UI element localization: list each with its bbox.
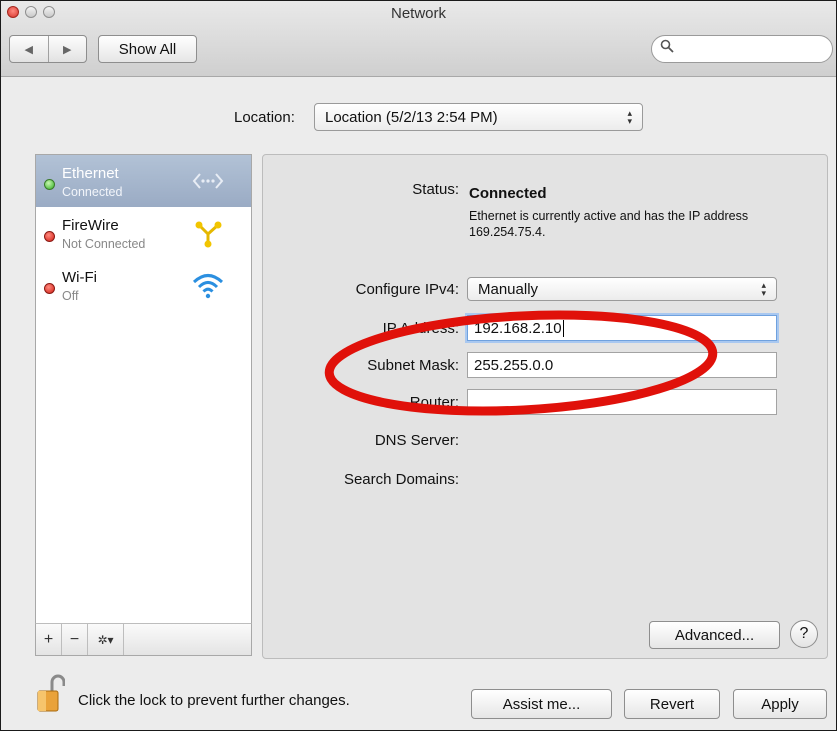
configure-ipv4-select[interactable]: Manually ▴ ▾ <box>467 277 777 301</box>
location-value: Location (5/2/13 2:54 PM) <box>325 108 498 126</box>
action-menu-button[interactable]: ✲▾ <box>88 624 124 655</box>
lock-icon[interactable] <box>37 673 66 713</box>
select-arrows-icon: ▴ ▾ <box>761 280 766 298</box>
back-forward-control: ◀ ▶ <box>9 35 87 63</box>
firewire-icon <box>191 218 225 248</box>
router-field[interactable] <box>467 389 777 415</box>
status-dot-green-icon <box>44 179 55 190</box>
configure-ipv4-label: Configure IPv4: <box>355 281 459 298</box>
help-button[interactable]: ? <box>790 620 818 648</box>
service-name: Ethernet <box>62 165 119 182</box>
search-icon <box>660 39 674 57</box>
search-field[interactable] <box>651 35 833 63</box>
apply-button[interactable]: Apply <box>733 689 827 719</box>
dns-server-label: DNS Server: <box>374 432 459 449</box>
service-name: Wi-Fi <box>62 269 97 286</box>
status-dot-red-icon <box>44 283 55 294</box>
revert-button[interactable]: Revert <box>624 689 720 719</box>
subnet-mask-field[interactable]: 255.255.0.0 <box>467 352 777 378</box>
service-status: Connected <box>62 185 123 199</box>
remove-service-button[interactable]: − <box>62 624 88 655</box>
status-value: Connected <box>469 185 547 202</box>
location-label: Location: <box>234 109 295 126</box>
back-button[interactable]: ◀ <box>10 36 48 62</box>
ip-address-field[interactable]: 192.168.2.10 <box>467 315 777 341</box>
service-list-toolbar: + − ✲▾ <box>35 623 252 656</box>
subnet-mask-value: 255.255.0.0 <box>474 356 554 374</box>
ip-address-value: 192.168.2.10 <box>474 319 562 337</box>
assist-me-button[interactable]: Assist me... <box>471 689 612 719</box>
subnet-mask-label: Subnet Mask: <box>367 357 459 374</box>
configure-ipv4-value: Manually <box>478 280 539 298</box>
forward-button[interactable]: ▶ <box>47 36 87 62</box>
router-label: Router: <box>409 394 459 411</box>
text-caret <box>562 319 564 337</box>
advanced-button[interactable]: Advanced... <box>649 621 780 649</box>
status-description: Ethernet is currently active and has the… <box>469 209 749 239</box>
location-select[interactable]: Location (5/2/13 2:54 PM) ▴ ▾ <box>314 103 643 131</box>
show-all-button[interactable]: Show All <box>98 35 197 63</box>
search-domains-label: Search Domains: <box>343 471 459 488</box>
title-bar: Network ◀ ▶ Show All <box>1 1 836 77</box>
window-title: Network <box>390 5 446 22</box>
service-status: Not Connected <box>62 237 146 251</box>
status-dot-red-icon <box>44 231 55 242</box>
service-item-firewire[interactable]: FireWire Not Connected <box>36 207 251 259</box>
ethernet-icon <box>191 166 225 196</box>
service-item-ethernet[interactable]: Ethernet Connected <box>36 155 251 207</box>
select-arrows-icon: ▴ ▾ <box>627 108 632 126</box>
service-name: FireWire <box>62 217 119 234</box>
status-label: Status: <box>412 181 459 198</box>
ip-address-label: IP Address: <box>382 320 459 337</box>
service-list: Ethernet Connected FireWire Not Connecte… <box>35 154 252 626</box>
service-item-wifi[interactable]: Wi-Fi Off <box>36 259 251 311</box>
lock-message: Click the lock to prevent further change… <box>78 692 350 709</box>
add-service-button[interactable]: + <box>36 624 62 655</box>
wifi-icon <box>191 270 225 300</box>
service-status: Off <box>62 289 79 303</box>
network-preferences-window: Network ◀ ▶ Show All Location: Location … <box>0 0 837 731</box>
